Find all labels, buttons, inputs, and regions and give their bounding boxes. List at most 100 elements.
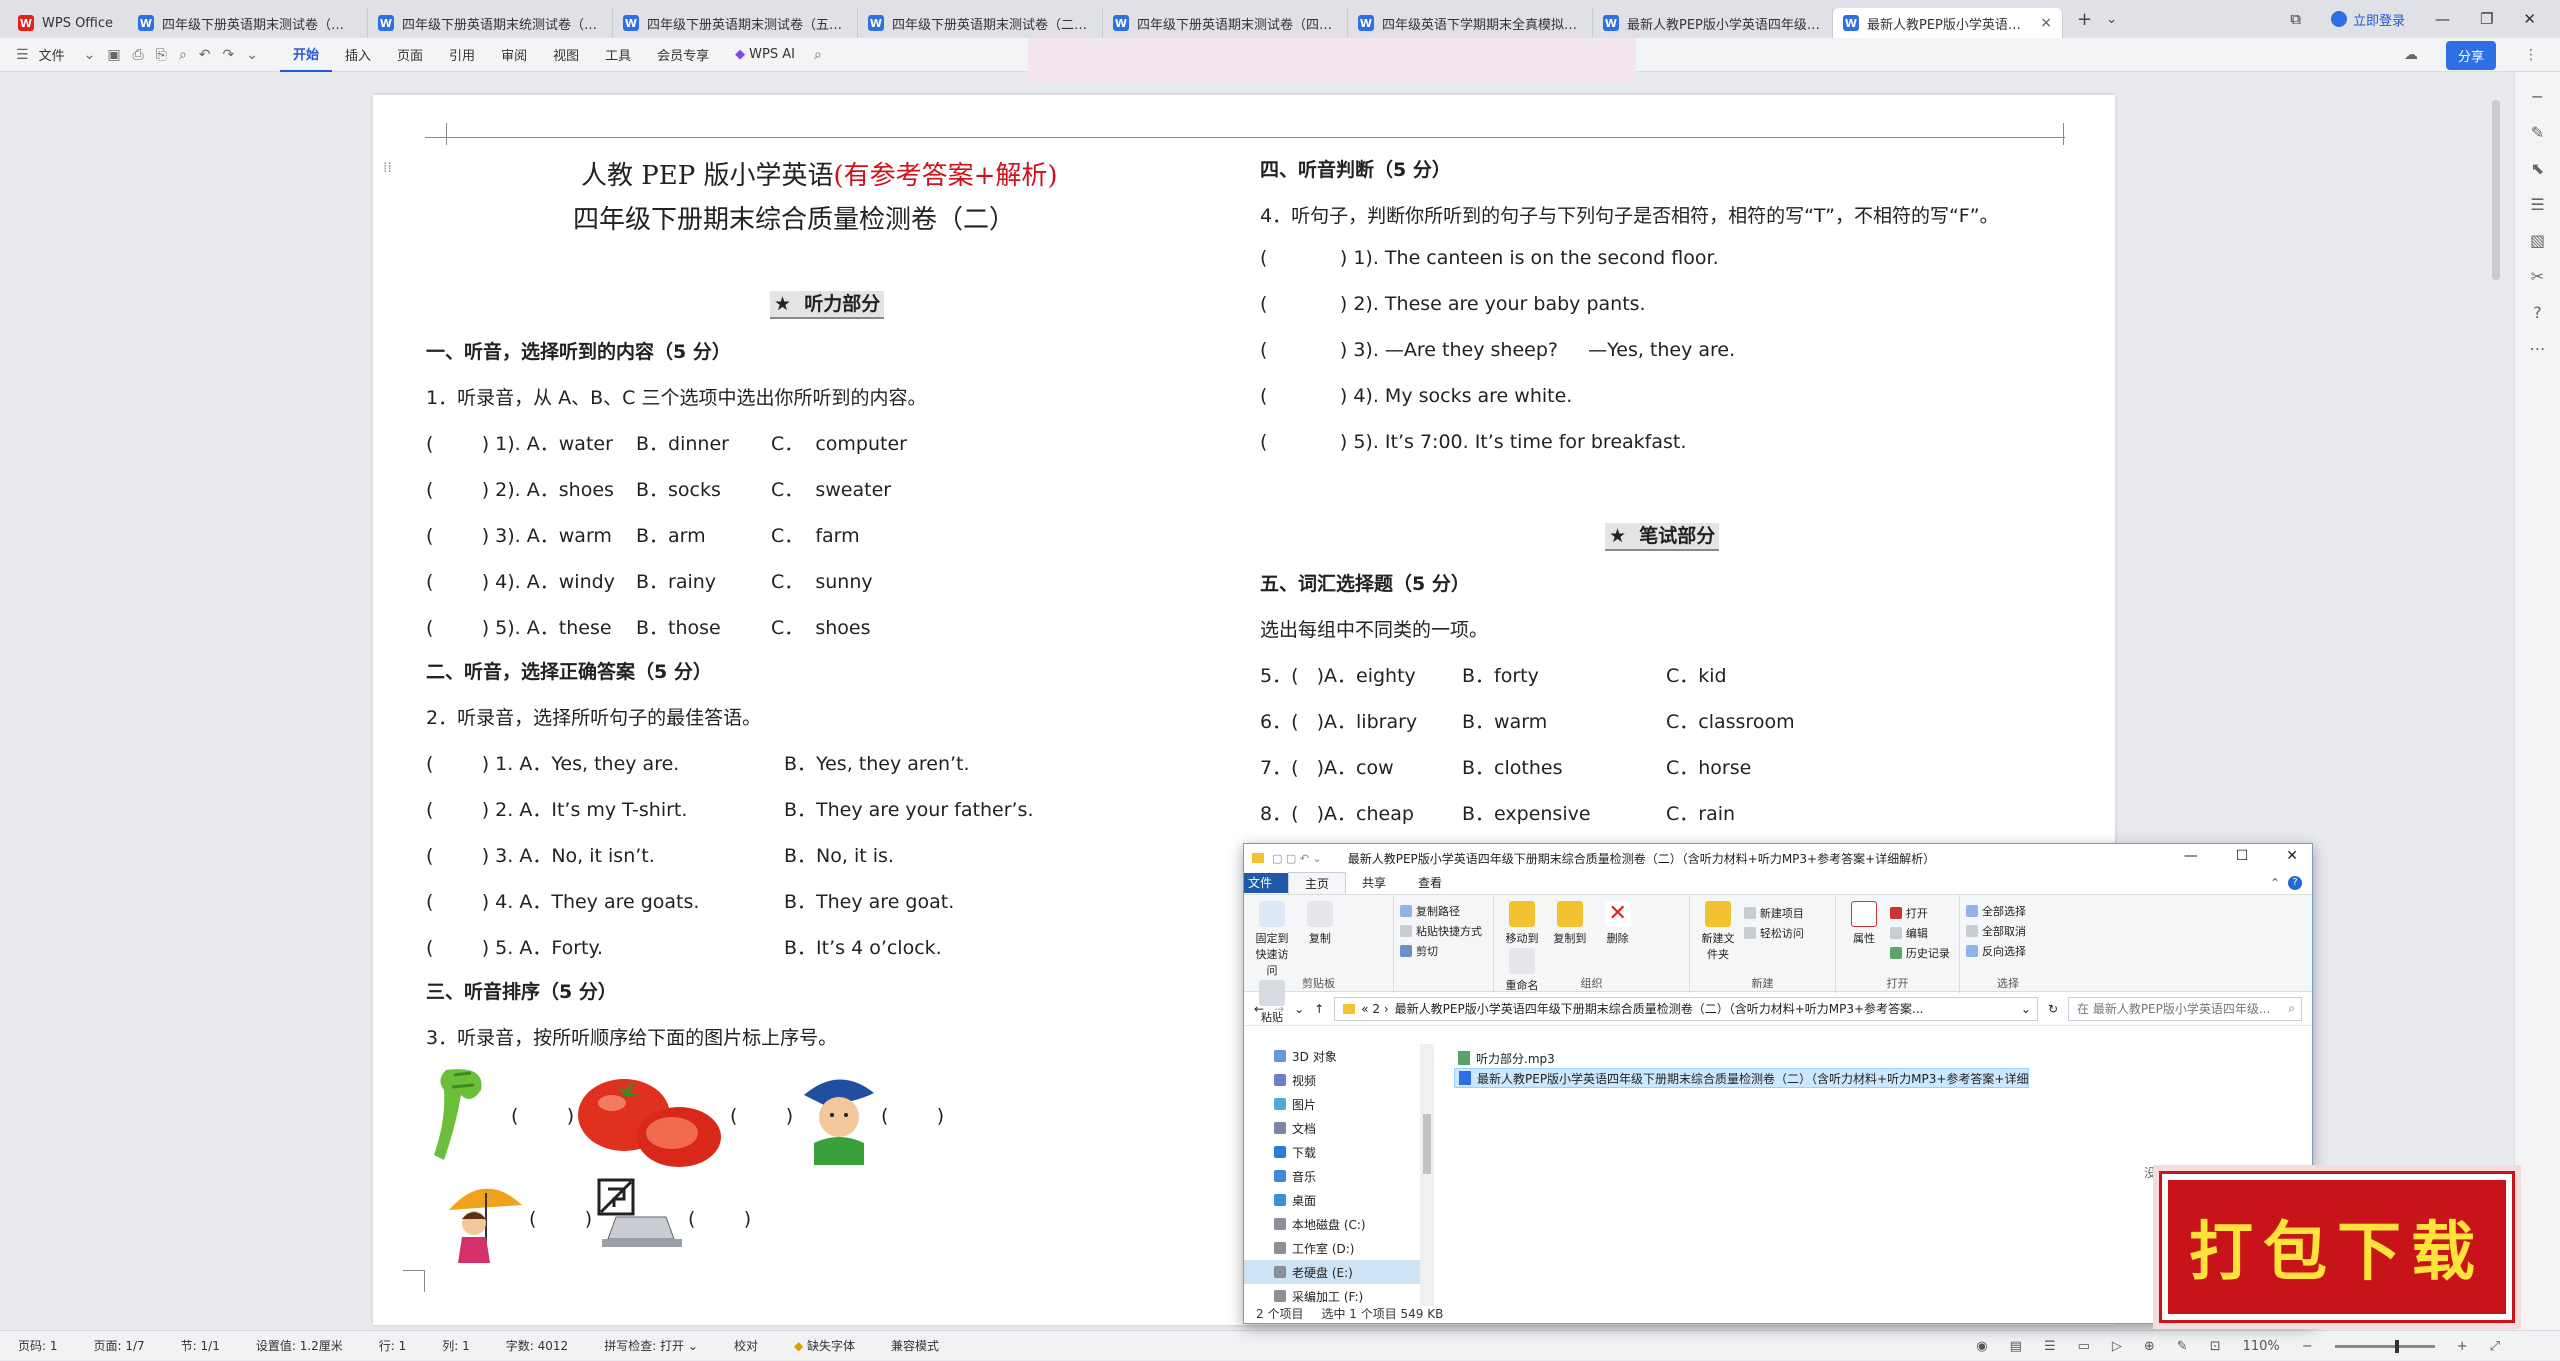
document-tab[interactable]: W 四年级下册英语期末测试卷（三）（含 bbox=[128, 8, 368, 38]
export-pdf-icon[interactable]: ⎙ bbox=[127, 47, 150, 63]
document-tab[interactable]: W 四年级下册英语期末统测试卷（一） bbox=[368, 8, 613, 38]
copy-to-button[interactable]: 复制到 bbox=[1550, 899, 1590, 946]
nav-item[interactable]: 图片 bbox=[1244, 1092, 1434, 1116]
minus-icon[interactable]: − bbox=[2527, 86, 2549, 108]
document-tab[interactable]: W 四年级下册英语期末测试卷（二）（含 bbox=[858, 8, 1103, 38]
status-word-count[interactable]: 字数: 4012 bbox=[488, 1337, 586, 1354]
history-button[interactable]: 历史记录 bbox=[1889, 943, 1950, 963]
missing-font-button[interactable]: ◆ 缺失字体 bbox=[776, 1337, 873, 1354]
new-item-button[interactable]: 新建项目 bbox=[1743, 903, 1804, 923]
nav-item[interactable]: 文档 bbox=[1244, 1116, 1434, 1140]
recent-locations-icon[interactable]: ⌄ bbox=[1294, 1002, 1304, 1016]
print-icon[interactable]: ⎘ bbox=[150, 47, 173, 63]
settings-sliders-icon[interactable]: ☰ bbox=[2527, 194, 2549, 216]
cut-button[interactable]: 剪切 bbox=[1400, 941, 1487, 961]
scroll-thumb[interactable] bbox=[1423, 1114, 1431, 1174]
new-tab-button[interactable]: + bbox=[2077, 9, 2092, 30]
delete-button[interactable]: ✕ 删除 bbox=[1598, 899, 1638, 946]
file-menu[interactable]: 文件 bbox=[35, 38, 78, 72]
spell-check-toggle[interactable]: 拼写检查: 打开 ⌄ bbox=[586, 1337, 716, 1354]
ribbon-tab-references[interactable]: 引用 bbox=[436, 38, 488, 72]
up-button[interactable]: ↑ bbox=[1314, 1002, 1324, 1016]
undo-icon[interactable]: ↶ bbox=[193, 47, 217, 63]
address-bar[interactable]: « 2 › 最新人教PEP版小学英语四年级下册期末综合质量检测卷（二）（含听力材… bbox=[1334, 996, 2038, 1021]
ribbon-tab-home[interactable]: 开始 bbox=[280, 38, 333, 72]
login-button[interactable]: 立即登录 bbox=[2330, 10, 2405, 29]
zoom-level[interactable]: 110% bbox=[2243, 1339, 2280, 1354]
tab-list-button[interactable]: ⌄ bbox=[2106, 12, 2117, 27]
ribbon-tab-tools[interactable]: 工具 bbox=[592, 38, 644, 72]
ribbon-tab-view[interactable]: 视图 bbox=[540, 38, 592, 72]
menu-icon[interactable]: ☰ bbox=[10, 47, 35, 63]
document-tab[interactable]: W 四年级下册英语期末测试卷（五）（含 bbox=[613, 8, 858, 38]
invert-selection-button[interactable]: 反向选择 bbox=[1966, 941, 2050, 961]
document-tab[interactable]: W四年级英语下学期期末全真模拟卷 人教 bbox=[1348, 8, 1593, 38]
eye-protection-icon[interactable]: ◉ bbox=[1976, 1339, 1987, 1354]
maximize-button[interactable]: ☐ bbox=[2236, 848, 2249, 864]
more-icon[interactable]: ⌄ bbox=[240, 47, 264, 63]
chevron-down-icon[interactable]: ⌄ bbox=[78, 47, 102, 63]
explorer-tab-file[interactable]: 文件 bbox=[1244, 873, 1289, 893]
search-input[interactable]: 在 最新人教PEP版小学英语四年级... ⌕ bbox=[2068, 996, 2302, 1021]
collapse-ribbon-icon[interactable]: ⌃ bbox=[2270, 876, 2280, 890]
move-to-button[interactable]: 移动到 bbox=[1502, 899, 1542, 946]
fit-page-icon[interactable]: ⊡ bbox=[2210, 1339, 2221, 1354]
image-icon[interactable]: ▧ bbox=[2527, 230, 2549, 252]
easy-access-button[interactable]: 轻松访问 bbox=[1743, 923, 1804, 943]
preview-icon[interactable]: ⌕ bbox=[173, 47, 193, 63]
minimize-button[interactable]: — bbox=[2184, 848, 2198, 864]
close-tab-icon[interactable]: × bbox=[2040, 15, 2052, 31]
new-folder-button[interactable]: 新建文件夹 bbox=[1698, 899, 1738, 962]
edit-icon[interactable]: ✎ bbox=[2527, 122, 2549, 144]
save-icon[interactable]: ▣ bbox=[101, 47, 126, 63]
window-layout-icon[interactable]: ⧉ bbox=[2290, 10, 2301, 28]
nav-item[interactable]: 工作室 (D:) bbox=[1244, 1236, 1434, 1260]
more-icon[interactable]: ⋯ bbox=[2527, 338, 2549, 360]
ribbon-tab-insert[interactable]: 插入 bbox=[332, 38, 384, 72]
drag-handle-icon[interactable]: ⁞⁞ bbox=[383, 160, 392, 176]
nav-item[interactable]: 视频 bbox=[1244, 1068, 1434, 1092]
vertical-scrollbar[interactable] bbox=[2492, 100, 2500, 280]
refresh-icon[interactable]: ↻ bbox=[2048, 1002, 2058, 1016]
zoom-slider[interactable] bbox=[2334, 1339, 2435, 1353]
explorer-tab-home[interactable]: 主页 bbox=[1288, 872, 1347, 894]
zoom-out-button[interactable]: − bbox=[2302, 1339, 2313, 1354]
cloud-sync-icon[interactable]: ☁ bbox=[2398, 47, 2424, 63]
read-mode-icon[interactable]: ▭ bbox=[2078, 1339, 2090, 1354]
wps-ai-button[interactable]: ◆ WPS AI bbox=[722, 38, 808, 72]
play-icon[interactable]: ▷ bbox=[2112, 1339, 2122, 1354]
nav-item[interactable]: 桌面 bbox=[1244, 1188, 1434, 1212]
outline-view-icon[interactable]: ☰ bbox=[2044, 1339, 2056, 1354]
copy-path-button[interactable]: 复制路径 bbox=[1400, 901, 1487, 921]
ribbon-tab-member[interactable]: 会员专享 bbox=[644, 38, 722, 72]
select-none-button[interactable]: 全部取消 bbox=[1966, 921, 2050, 941]
nav-scrollbar[interactable] bbox=[1420, 1044, 1434, 1306]
ribbon-tab-review[interactable]: 审阅 bbox=[488, 38, 540, 72]
document-tab[interactable]: W最新人教PEP版小学英语四年级下册期末 bbox=[1593, 8, 1833, 38]
copy-button[interactable]: 复制 bbox=[1300, 899, 1340, 946]
web-view-icon[interactable]: ⊕ bbox=[2144, 1339, 2155, 1354]
select-icon[interactable]: ⬉ bbox=[2527, 158, 2549, 180]
redo-icon[interactable]: ↷ bbox=[217, 47, 241, 63]
open-button[interactable]: 打开 bbox=[1889, 903, 1950, 923]
write-mode-icon[interactable]: ✎ bbox=[2177, 1339, 2188, 1354]
close-window-button[interactable]: ✕ bbox=[2286, 848, 2298, 864]
minimize-button[interactable]: — bbox=[2435, 10, 2450, 28]
path-dropdown-icon[interactable]: ⌄ bbox=[2015, 1002, 2037, 1016]
quick-access-toolbar-icon[interactable]: ▢ ▢ ↶ ⌄ bbox=[1272, 852, 1322, 865]
select-all-button[interactable]: 全部选择 bbox=[1966, 901, 2050, 921]
search-icon[interactable]: ⌕ bbox=[808, 47, 828, 63]
wps-home-tab[interactable]: W WPS Office bbox=[8, 8, 128, 38]
proofread-button[interactable]: 校对 bbox=[716, 1337, 776, 1354]
file-item[interactable]: 听力部分.mp3 bbox=[1454, 1048, 2029, 1068]
more-options-icon[interactable]: ⋮ bbox=[2518, 47, 2544, 63]
close-window-button[interactable]: ✕ bbox=[2523, 10, 2536, 28]
share-button[interactable]: 分享 bbox=[2445, 40, 2496, 70]
page-view-icon[interactable]: ▤ bbox=[2010, 1339, 2022, 1354]
nav-item[interactable]: 3D 对象 bbox=[1244, 1044, 1434, 1068]
help-icon[interactable]: ? bbox=[2527, 302, 2549, 324]
document-tab[interactable]: W 四年级下册英语期末测试卷（四）（含 bbox=[1103, 8, 1348, 38]
restore-button[interactable]: ❐ bbox=[2480, 10, 2493, 28]
properties-button[interactable]: 属性 bbox=[1844, 899, 1884, 946]
nav-item[interactable]: 音乐 bbox=[1244, 1164, 1434, 1188]
